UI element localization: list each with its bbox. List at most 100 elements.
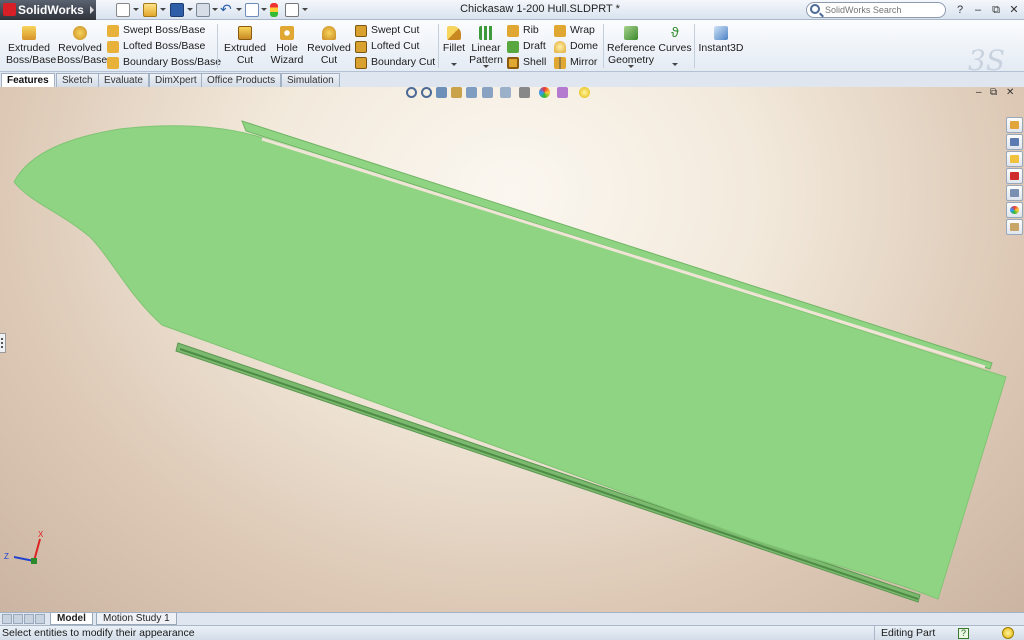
undo-icon[interactable]: ↶ [220, 2, 234, 17]
lofted-cut-button[interactable]: Lofted Cut [355, 39, 419, 54]
options-dropdown-icon[interactable] [302, 8, 308, 11]
select-dropdown-icon[interactable] [261, 8, 267, 11]
reference-geometry-button[interactable]: Reference Geometry [607, 26, 655, 66]
tab-features[interactable]: Features [1, 73, 55, 87]
reference-geometry-dropdown-icon[interactable] [628, 65, 634, 68]
design-library-tab[interactable] [1006, 134, 1023, 150]
tab-model[interactable]: Model [50, 613, 93, 625]
edit-appearance-icon[interactable] [519, 87, 530, 98]
select-cursor-icon[interactable] [245, 3, 259, 17]
section-view-icon[interactable] [451, 87, 462, 98]
shell-button[interactable]: Shell [507, 55, 546, 70]
swept-cut-label: Swept Cut [371, 24, 420, 36]
draft-icon [507, 41, 519, 53]
instant3d-button[interactable]: Instant3D [697, 26, 745, 54]
rebuild-icon[interactable] [270, 3, 278, 17]
help-button[interactable]: ? [952, 2, 968, 18]
mirror-button[interactable]: Mirror [554, 55, 597, 70]
feature-manager-grip[interactable] [0, 333, 6, 353]
triad-x-axis [33, 538, 41, 562]
save-dropdown-icon[interactable] [187, 8, 193, 11]
tab-sketch[interactable]: Sketch [56, 73, 99, 87]
extruded-boss-button[interactable]: Extruded Boss/Base [6, 26, 56, 66]
viewport-close-button[interactable]: ✕ [1006, 87, 1014, 98]
rebuild-status-icon[interactable] [1002, 627, 1014, 639]
extruded-boss-label-2: Boss/Base [6, 54, 57, 66]
extruded-cut-icon [238, 26, 252, 40]
revolved-boss-label-2: Boss/Base [57, 54, 108, 66]
options-icon[interactable] [285, 3, 299, 17]
appearances-tab[interactable] [1006, 202, 1023, 218]
extruded-cut-button[interactable]: Extruded Cut [222, 26, 268, 66]
tab-dimxpert[interactable]: DimXpert [149, 73, 203, 87]
solidworks-resources-tab[interactable] [1006, 117, 1023, 133]
print-dropdown-icon[interactable] [212, 8, 218, 11]
file-explorer-tab[interactable] [1006, 151, 1023, 167]
viewport-minimize-button[interactable]: – [976, 87, 982, 98]
revolved-cut-button[interactable]: Revolved Cut [306, 26, 352, 66]
zoom-to-area-icon[interactable] [421, 87, 432, 98]
swept-boss-button[interactable]: Swept Boss/Base [107, 23, 205, 38]
close-button[interactable]: ✕ [1006, 2, 1022, 18]
hull-model[interactable] [0, 87, 1024, 612]
minimize-button[interactable]: – [970, 2, 986, 18]
new-dropdown-icon[interactable] [133, 8, 139, 11]
previous-view-icon[interactable] [436, 87, 447, 98]
ribbon-divider [217, 24, 218, 68]
last-tab-arrow-icon[interactable] [35, 614, 45, 624]
zoom-to-fit-icon[interactable] [406, 87, 417, 98]
next-tab-arrow-icon[interactable] [24, 614, 34, 624]
hull-surface[interactable] [13, 125, 1007, 600]
status-message: Select entities to modify their appearan… [2, 627, 195, 639]
search-input[interactable] [825, 4, 943, 16]
tab-motion-study-1[interactable]: Motion Study 1 [96, 613, 177, 625]
new-document-icon[interactable] [116, 3, 130, 17]
restore-button[interactable]: ⧉ [988, 2, 1004, 18]
display-style-icon[interactable] [482, 87, 493, 98]
curves-dropdown-icon[interactable] [672, 63, 678, 66]
linear-pattern-button[interactable]: Linear Pattern [468, 26, 504, 66]
open-dropdown-icon[interactable] [160, 8, 166, 11]
rib-button[interactable]: Rib [507, 23, 539, 38]
linear-pattern-dropdown-icon[interactable] [483, 65, 489, 68]
viewport-restore-button[interactable]: ⧉ [990, 87, 997, 98]
view-orientation-icon[interactable] [466, 87, 477, 98]
solidworks-logo-icon [3, 3, 16, 16]
draft-button[interactable]: Draft [507, 39, 546, 54]
extruded-cut-label-2: Cut [236, 54, 254, 66]
lofted-boss-button[interactable]: Lofted Boss/Base [107, 39, 205, 54]
apply-scene-icon[interactable] [539, 87, 550, 98]
undo-dropdown-icon[interactable] [236, 8, 242, 11]
view-settings-icon[interactable] [557, 87, 568, 98]
fillet-button[interactable]: Fillet [442, 26, 466, 54]
view-palette-tab[interactable] [1006, 185, 1023, 201]
wrap-button[interactable]: Wrap [554, 23, 595, 38]
fillet-dropdown-icon[interactable] [451, 63, 457, 66]
quick-tips-button[interactable]: ? [958, 628, 969, 639]
extruded-cut-label-1: Extruded [223, 42, 267, 54]
custom-properties-tab[interactable] [1006, 219, 1023, 235]
open-folder-icon[interactable] [143, 3, 157, 17]
hole-wizard-button[interactable]: Hole Wizard [268, 26, 306, 66]
rib-label: Rib [523, 24, 539, 36]
graphics-area[interactable]: – ⧉ ✕ X Z [0, 87, 1024, 612]
tab-office-products[interactable]: Office Products [201, 73, 282, 87]
first-tab-arrow-icon[interactable] [2, 614, 12, 624]
search-results-tab[interactable] [1006, 168, 1023, 184]
dome-label: Dome [570, 40, 599, 52]
dome-button[interactable]: Dome [554, 39, 598, 54]
solidworks-menu-button[interactable]: SolidWorks [0, 0, 96, 20]
revolved-boss-button[interactable]: Revolved Boss/Base [57, 26, 107, 66]
hide-show-items-icon[interactable] [500, 87, 511, 98]
save-icon[interactable] [170, 3, 184, 17]
tab-simulation[interactable]: Simulation [281, 73, 340, 87]
print-icon[interactable] [196, 3, 210, 17]
curves-button[interactable]: ϑ Curves [658, 25, 692, 54]
realview-icon[interactable] [579, 87, 590, 98]
boundary-cut-button[interactable]: Boundary Cut [355, 55, 435, 70]
tab-evaluate[interactable]: Evaluate [98, 73, 149, 87]
solidworks-search[interactable] [806, 2, 946, 18]
prev-tab-arrow-icon[interactable] [13, 614, 23, 624]
boundary-boss-button[interactable]: Boundary Boss/Base [107, 55, 221, 70]
swept-cut-button[interactable]: Swept Cut [355, 23, 419, 38]
